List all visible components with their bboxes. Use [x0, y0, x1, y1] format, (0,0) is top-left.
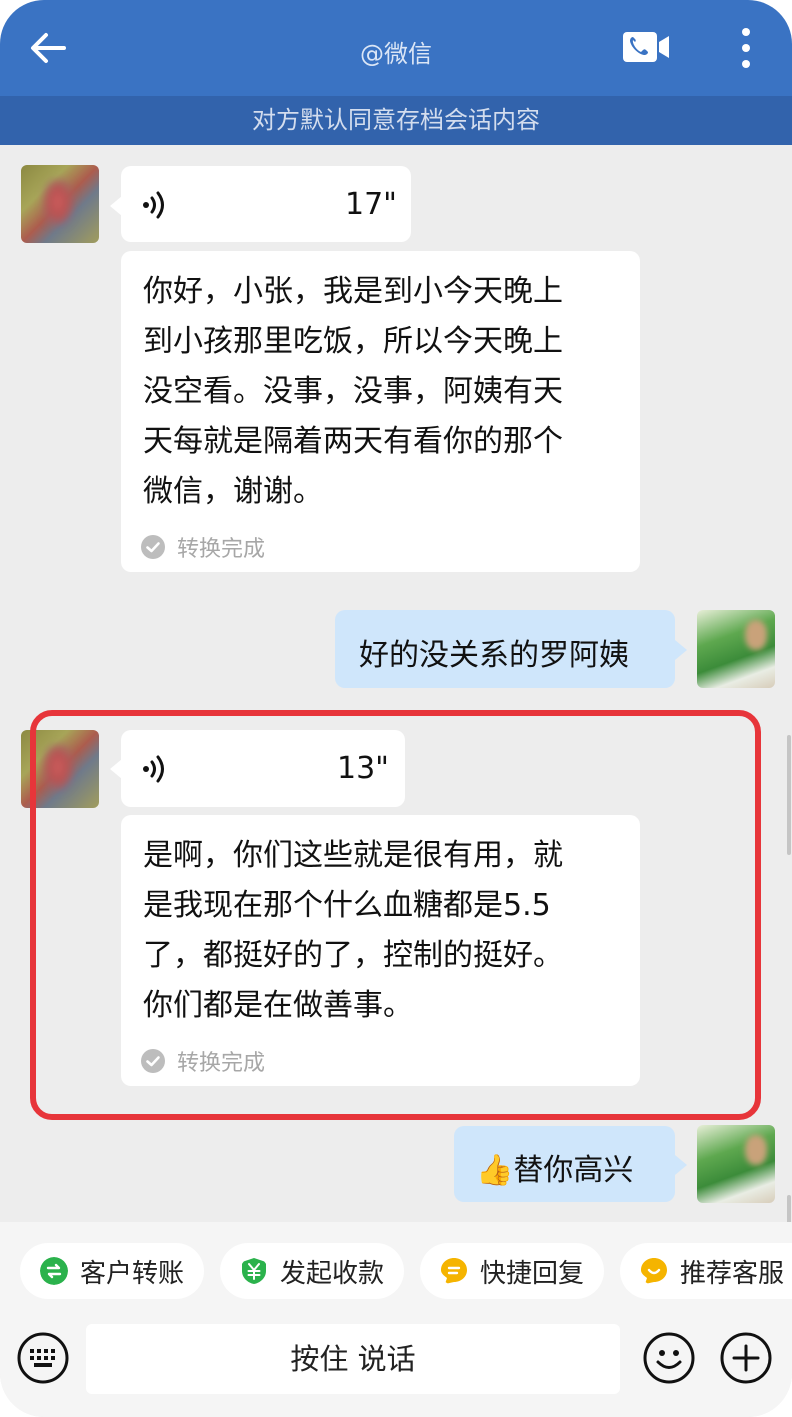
my-message-text: 好的没关系的罗阿姨 — [359, 638, 629, 673]
customer-avatar[interactable] — [21, 165, 99, 243]
chat-area[interactable]: 17" 你好，小张，我是到小今天晚上 到小孩那里吃饭，所以今天晚上 没空看。没事… — [0, 145, 792, 1305]
quick-action-bar: 客户转账 发起收款 快捷回复 推荐客服 — [0, 1222, 792, 1320]
hold-to-talk-button[interactable]: 按住 说话 — [86, 1324, 620, 1394]
voice-duration: 17" — [345, 187, 397, 222]
my-avatar[interactable] — [697, 1125, 775, 1203]
bubble-tail — [675, 1155, 687, 1175]
more-options-icon[interactable] — [736, 24, 756, 72]
top-bar: @微信 — [0, 0, 792, 96]
emoji-icon[interactable] — [643, 1332, 695, 1384]
plus-icon[interactable] — [720, 1332, 772, 1384]
my-message-bubble[interactable]: 好的没关系的罗阿姨 — [335, 610, 675, 688]
input-bar: 按住 说话 — [0, 1320, 792, 1417]
check-circle-icon — [141, 535, 165, 559]
status-text: 转换完成 — [177, 537, 266, 562]
highlight-box — [30, 710, 761, 1120]
phone-screen: @微信 对方默认同意存档会话内容 17" 你好，小张，我是到小今天晚上 到小孩那… — [0, 0, 792, 1417]
scrollbar[interactable] — [787, 735, 791, 855]
my-avatar[interactable] — [697, 610, 775, 688]
quick-reply-button[interactable]: 快捷回复 — [420, 1243, 604, 1299]
my-message-text: 👍替你高兴 — [476, 1153, 634, 1188]
quick-reply-icon — [441, 1258, 467, 1284]
voice-wave-icon — [143, 191, 164, 219]
customer-transfer-button[interactable]: 客户转账 — [20, 1243, 204, 1299]
voice-transcript-bubble[interactable]: 你好，小张，我是到小今天晚上 到小孩那里吃饭，所以今天晚上 没空看。没事，没事，… — [121, 251, 640, 572]
voice-transcript-text: 你好，小张，我是到小今天晚上 到小孩那里吃饭，所以今天晚上 没空看。没事，没事，… — [143, 274, 563, 509]
recommend-service-button[interactable]: 推荐客服 — [620, 1243, 792, 1299]
chat-title: @微信 — [360, 40, 432, 68]
voice-message-bubble[interactable]: 17" — [121, 166, 411, 242]
recommend-icon — [641, 1258, 667, 1284]
yuan-shield-icon — [242, 1258, 266, 1284]
thumbs-up-icon: 👍 — [476, 1153, 514, 1188]
video-call-icon[interactable] — [620, 28, 672, 66]
my-message-bubble[interactable]: 👍替你高兴 — [454, 1126, 675, 1202]
bubble-tail — [675, 640, 687, 660]
keyboard-icon[interactable] — [17, 1332, 69, 1384]
request-payment-button[interactable]: 发起收款 — [220, 1243, 404, 1299]
transcript-status: 转换完成 — [141, 531, 265, 563]
transfer-icon — [40, 1257, 68, 1285]
archive-notice-bar: 对方默认同意存档会话内容 — [0, 96, 792, 145]
